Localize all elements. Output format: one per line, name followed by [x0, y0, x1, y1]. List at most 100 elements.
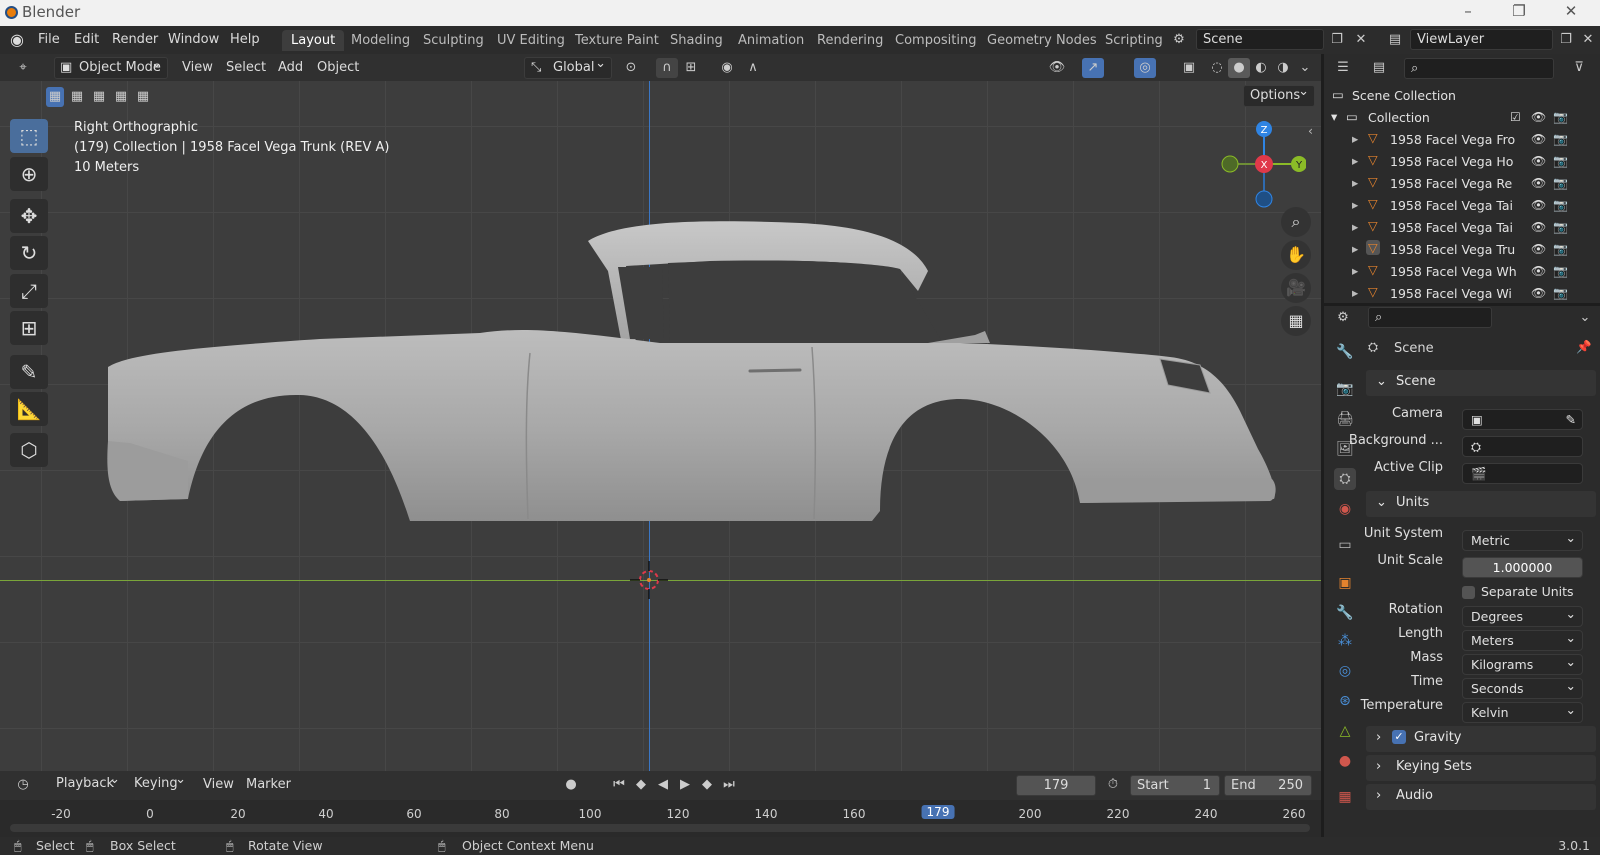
- pin-icon[interactable]: 📌: [1576, 339, 1592, 355]
- tab-uv-editing[interactable]: UV Editing: [488, 30, 574, 51]
- shading-options-icon[interactable]: ⌄: [1294, 58, 1316, 78]
- audio-panel-header[interactable]: › Audio: [1366, 784, 1596, 810]
- outliner-item[interactable]: ▸ ▽ 1958 Facel Vega Re 👁 📷: [1324, 173, 1600, 195]
- wireframe-shading-icon[interactable]: ◌: [1206, 58, 1228, 78]
- new-scene-icon[interactable]: ❐: [1326, 30, 1348, 50]
- move-tool-icon[interactable]: ✥: [10, 199, 48, 233]
- keying-menu[interactable]: Keying: [128, 772, 191, 796]
- navigation-gizmo[interactable]: Z Y X: [1216, 119, 1306, 209]
- menu-window[interactable]: Window: [168, 32, 219, 47]
- viewport-menu-view[interactable]: View: [182, 60, 213, 75]
- view-layer-field[interactable]: ViewLayer: [1410, 29, 1553, 50]
- render-camera-icon[interactable]: 📷: [1553, 154, 1568, 168]
- timeline-ruler[interactable]: -20 0 20 40 60 80 100 120 140 160 179 20…: [0, 800, 1321, 837]
- world-tab-icon[interactable]: ◉: [1334, 498, 1356, 520]
- expand-arrow-icon[interactable]: ▸: [1352, 153, 1358, 168]
- visibility-eye-icon[interactable]: 👁: [1531, 220, 1546, 234]
- render-tab-icon[interactable]: 📷: [1334, 378, 1356, 400]
- start-frame-field[interactable]: Start 1: [1130, 775, 1220, 796]
- playback-menu[interactable]: Playback: [50, 772, 125, 796]
- filter-icon[interactable]: ⊽: [1568, 58, 1590, 78]
- mode-dropdown[interactable]: ▣ Object Mode: [54, 56, 168, 79]
- collection-checkbox-icon[interactable]: ☑: [1510, 110, 1521, 124]
- 3d-cursor-icon[interactable]: [626, 557, 672, 603]
- outliner-item[interactable]: ▸ ▽ 1958 Facel Vega Fro 👁 📷: [1324, 129, 1600, 151]
- falloff-icon[interactable]: ∧: [742, 58, 764, 78]
- playhead-frame[interactable]: 179: [921, 805, 955, 819]
- visibility-eye-icon[interactable]: 👁: [1531, 198, 1546, 212]
- object-tab-icon[interactable]: ▣: [1334, 572, 1356, 594]
- annotate-tool-icon[interactable]: ✎: [10, 355, 48, 389]
- properties-editor-type-icon[interactable]: ⚙: [1332, 308, 1354, 328]
- tab-scripting[interactable]: Scripting: [1096, 30, 1172, 51]
- record-icon[interactable]: ●: [560, 775, 582, 795]
- rendered-shading-icon[interactable]: ◑: [1272, 58, 1294, 78]
- close-icon[interactable]: ✕: [1560, 2, 1582, 22]
- snap-target-icon[interactable]: ⊞: [680, 58, 702, 78]
- add-cube-tool-icon[interactable]: ⬡: [10, 433, 48, 467]
- 3d-viewport[interactable]: ▦ ▦ ▦ ▦ ▦ Right Orthographic (179) Colle…: [0, 81, 1321, 771]
- unit-system-dropdown[interactable]: Metric: [1462, 530, 1583, 551]
- transform-tool-icon[interactable]: ⊞: [10, 311, 48, 345]
- outliner-item-active[interactable]: ▸ ▽ 1958 Facel Vega Tru 👁 📷: [1324, 239, 1600, 261]
- tab-geometry-nodes[interactable]: Geometry Nodes: [978, 30, 1106, 51]
- temperature-dropdown[interactable]: Kelvin: [1462, 702, 1583, 723]
- mass-dropdown[interactable]: Kilograms: [1462, 654, 1583, 675]
- render-camera-icon[interactable]: 📷: [1553, 176, 1568, 190]
- expand-arrow-icon[interactable]: ▸: [1352, 131, 1358, 146]
- ortho-toggle-icon[interactable]: ▦: [1281, 306, 1311, 336]
- expand-arrow-icon[interactable]: ▸: [1352, 219, 1358, 234]
- outliner-search-input[interactable]: ⌕: [1404, 58, 1554, 79]
- material-shading-icon[interactable]: ◐: [1250, 58, 1272, 78]
- select-box-tool-icon[interactable]: ⬚: [10, 119, 48, 153]
- keying-sets-panel-header[interactable]: › Keying Sets: [1366, 755, 1596, 781]
- properties-search-input[interactable]: ⌕: [1368, 307, 1492, 328]
- outliner-item[interactable]: ▸ ▽ 1958 Facel Vega Ho 👁 📷: [1324, 151, 1600, 173]
- minimize-icon[interactable]: –: [1457, 2, 1479, 22]
- length-dropdown[interactable]: Meters: [1462, 630, 1583, 651]
- visibility-eye-icon[interactable]: 👁: [1531, 242, 1546, 256]
- outliner-item[interactable]: ▸ ▽ 1958 Facel Vega Wh 👁 📷: [1324, 261, 1600, 283]
- render-camera-icon[interactable]: 📷: [1553, 286, 1568, 300]
- visibility-eye-icon[interactable]: 👁: [1531, 264, 1546, 278]
- visibility-eye-icon[interactable]: 👁: [1531, 286, 1546, 300]
- scene-selector-icon[interactable]: ⚙: [1168, 30, 1190, 50]
- view-layer-selector-icon[interactable]: ▤: [1384, 30, 1406, 50]
- menu-edit[interactable]: Edit: [74, 32, 99, 47]
- menu-help[interactable]: Help: [230, 32, 260, 47]
- solid-shading-icon[interactable]: ●: [1228, 58, 1250, 78]
- time-dropdown[interactable]: Seconds: [1462, 678, 1583, 699]
- visibility-eye-icon[interactable]: 👁: [1531, 154, 1546, 168]
- tab-modeling[interactable]: Modeling: [342, 30, 419, 51]
- maximize-icon[interactable]: ❐: [1508, 2, 1530, 22]
- outliner-item[interactable]: ▸ ▽ 1958 Facel Vega Tai 👁 📷: [1324, 217, 1600, 239]
- end-frame-field[interactable]: End 250: [1224, 775, 1312, 796]
- timeline-scrollbar[interactable]: [10, 824, 1310, 832]
- outliner-item[interactable]: ▸ ▽ 1958 Facel Vega Tai 👁 📷: [1324, 195, 1600, 217]
- render-camera-icon[interactable]: 📷: [1553, 220, 1568, 234]
- outliner-editor-type-icon[interactable]: ☰: [1332, 58, 1354, 78]
- gravity-checkbox-icon[interactable]: ✓: [1392, 730, 1406, 744]
- tab-sculpting[interactable]: Sculpting: [414, 30, 493, 51]
- tab-shading[interactable]: Shading: [661, 30, 732, 51]
- xray-toggle-icon[interactable]: ▣: [1178, 58, 1200, 78]
- tab-texture-paint[interactable]: Texture Paint: [566, 30, 668, 51]
- properties-options-icon[interactable]: ⌄: [1574, 308, 1596, 328]
- collection-row[interactable]: ▾ ▭ Collection ☑ 👁 📷: [1324, 107, 1600, 129]
- unit-scale-field[interactable]: 1.000000: [1462, 557, 1583, 578]
- sidebar-toggle-icon[interactable]: ‹: [1308, 123, 1313, 138]
- render-camera-icon[interactable]: 📷: [1553, 198, 1568, 212]
- expand-arrow-icon[interactable]: ▸: [1352, 285, 1358, 300]
- camera-view-icon[interactable]: 🎥: [1281, 273, 1311, 303]
- gravity-panel-header[interactable]: › ✓ Gravity: [1366, 726, 1596, 752]
- viewport-menu-select[interactable]: Select: [226, 60, 266, 75]
- blender-menu-icon[interactable]: ◉: [10, 30, 24, 49]
- prev-keyframe-icon[interactable]: ◆: [630, 775, 652, 795]
- data-tab-icon[interactable]: △: [1334, 720, 1356, 742]
- expand-arrow-icon[interactable]: ▸: [1352, 175, 1358, 190]
- snap-icon[interactable]: ∩: [656, 58, 678, 78]
- material-tab-icon[interactable]: ●: [1334, 750, 1356, 772]
- play-reverse-icon[interactable]: ◀: [652, 775, 674, 795]
- current-frame-field[interactable]: 179: [1016, 775, 1096, 796]
- new-view-layer-icon[interactable]: ❐: [1555, 30, 1577, 50]
